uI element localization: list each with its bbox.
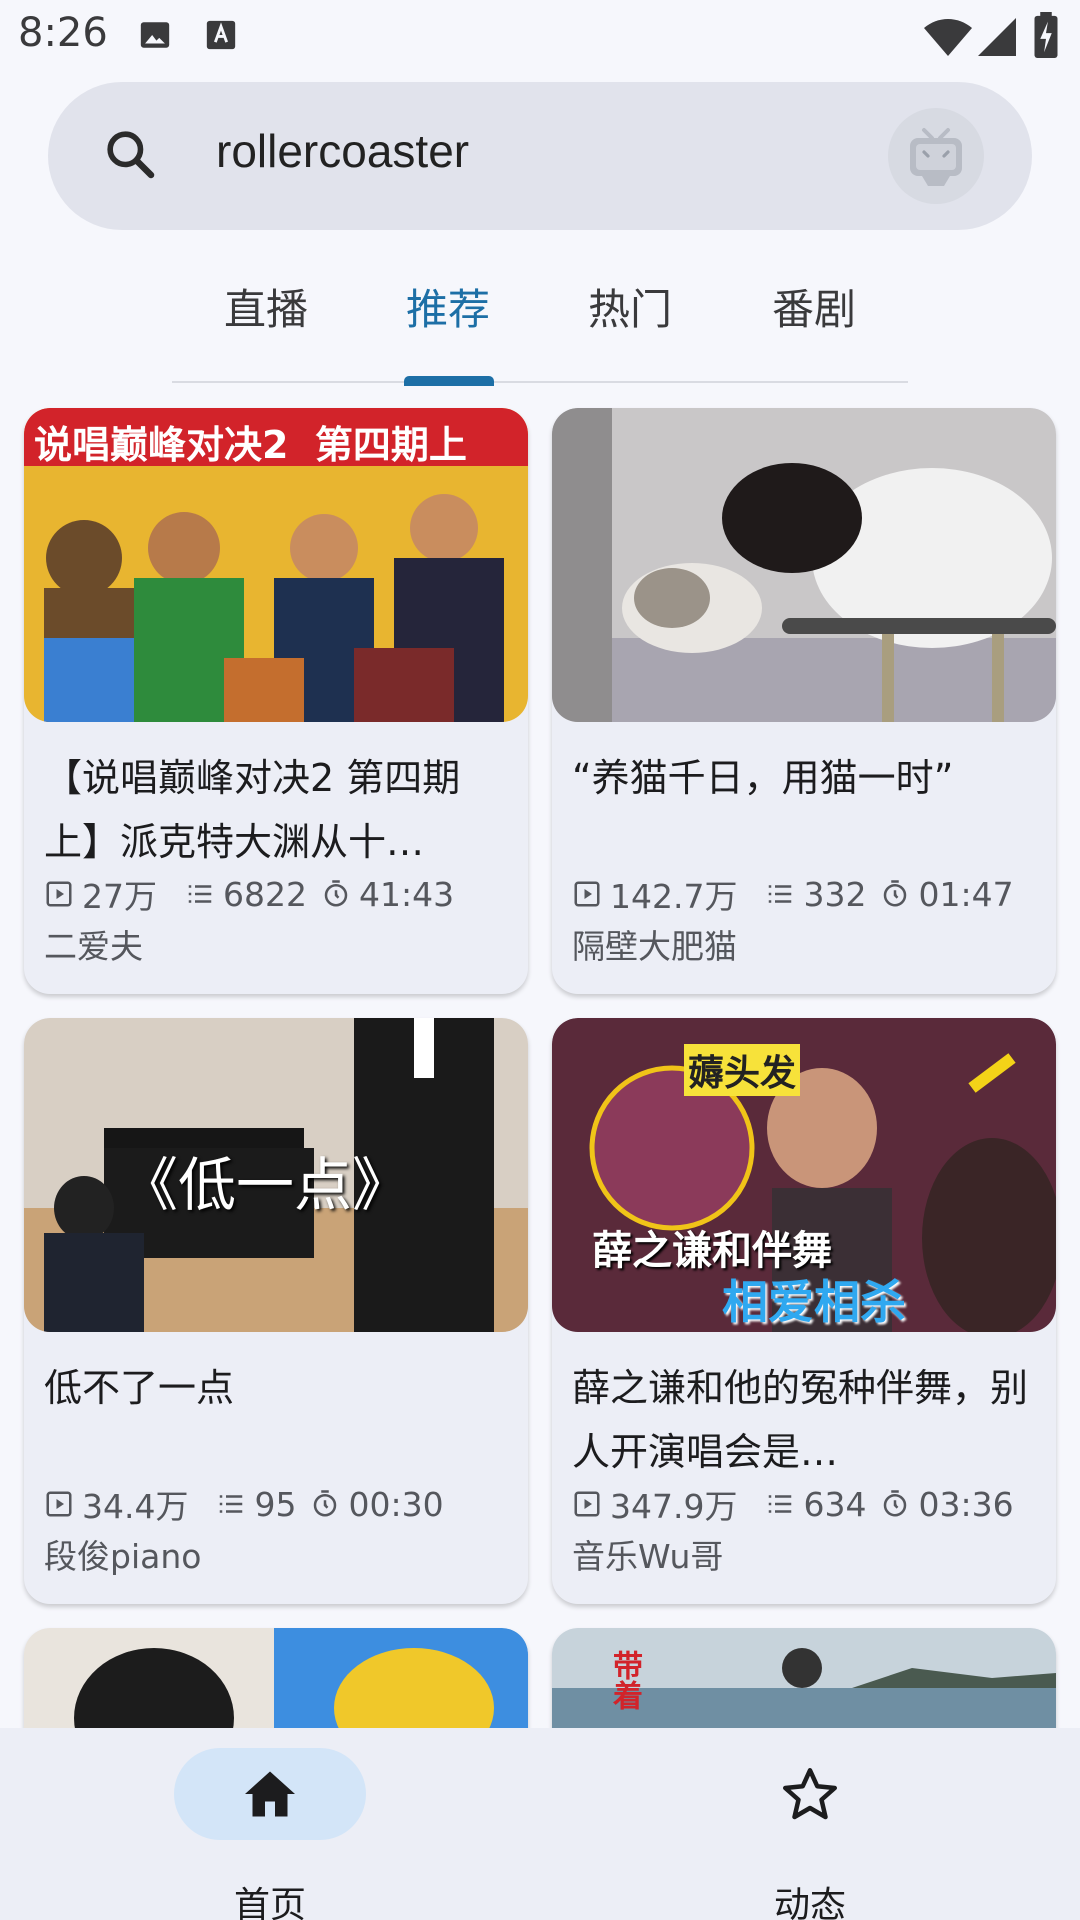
video-duration: 01:47 [918,874,1014,914]
view-count: 347.9万 [610,1487,738,1526]
video-duration: 03:36 [918,1484,1014,1524]
play-count-icon [46,881,72,907]
tab-anime[interactable]: 番剧 [772,276,856,337]
nav-label-home[interactable]: 首页 [234,1876,306,1920]
video-thumbnail[interactable]: 说唱巅峰对决2 第四期上 [24,408,528,722]
video-stats: 34.4万 95 00:30 [44,1480,444,1528]
thumbnail-caption: 说唱巅峰对决2 第四期上 [34,423,467,467]
danmaku-icon [769,1495,792,1513]
image-notification-icon [140,22,170,48]
video-author[interactable]: 隔壁大肥猫 [572,920,737,968]
danmaku-icon [220,1495,243,1513]
tab-active-indicator [404,376,494,386]
danmaku-count: 332 [803,874,867,914]
tab-recommend[interactable]: 推荐 [406,276,490,337]
video-card[interactable]: “养猫千日，用猫一时” 142.7万 332 01:47 隔壁大肥猫 [552,408,1056,994]
view-count: 142.7万 [610,877,738,916]
duration-icon [884,1490,907,1517]
thumbnail-caption: 带着 [607,1650,642,1710]
view-count: 27万 [82,877,157,916]
video-thumbnail[interactable]: 薅头发 薛之谦和伴舞 相爱相杀 [552,1018,1056,1332]
search-icon[interactable] [102,126,158,182]
bottom-navigation: 首页 动态 [0,1728,1080,1920]
avatar[interactable] [888,108,984,204]
thumbnail-caption-3: 相爱相杀 [722,1275,906,1329]
video-card[interactable]: 《低一点》 低不了一点 34.4万 95 00:30 段俊piano [24,1018,528,1604]
video-author[interactable]: 音乐Wu哥 [572,1530,723,1578]
tab-hot[interactable]: 热门 [588,276,672,337]
video-thumbnail[interactable]: 《低一点》 [24,1018,528,1332]
status-bar: 8:26 [0,0,1080,72]
play-count-icon [574,881,600,907]
wifi-icon [924,19,972,56]
duration-icon [314,1490,337,1517]
bilibili-tv-icon [910,128,962,186]
danmaku-count: 95 [254,1484,297,1524]
home-icon [245,1771,295,1817]
view-count: 34.4万 [82,1487,189,1526]
video-author[interactable]: 二爱夫 [44,920,143,968]
status-time: 8:26 [18,10,108,56]
video-stats: 27万 6822 41:43 [44,870,454,918]
danmaku-count: 634 [803,1484,867,1524]
battery-charging-icon [1034,12,1058,58]
video-title: 低不了一点 [44,1366,235,1410]
nav-item-home[interactable] [174,1748,366,1840]
video-title: “养猫千日，用猫一时” [572,756,954,800]
video-card[interactable]: 薅头发 薛之谦和伴舞 相爱相杀 薛之谦和他的冤种伴舞，别人开演唱会是… 347.… [552,1018,1056,1604]
video-title: 【说唱巅峰对决2 第四期上】派克特大渊从十… [44,756,461,864]
duration-icon [884,880,907,907]
tab-divider [172,381,908,383]
video-thumbnail[interactable] [552,408,1056,722]
danmaku-icon [769,885,792,903]
keyboard-notification-icon [206,20,236,50]
play-count-icon [574,1491,600,1517]
video-duration: 00:30 [348,1484,444,1524]
thumbnail-caption: 薅头发 [684,1044,801,1096]
tab-live[interactable]: 直播 [224,276,308,337]
search-input[interactable]: rollercoaster [216,124,469,178]
video-author[interactable]: 段俊piano [44,1530,201,1578]
thumbnail-caption: 《低一点》 [120,1151,411,1219]
danmaku-icon [188,885,212,903]
search-bar[interactable]: rollercoaster [48,82,1032,230]
danmaku-count: 6822 [223,874,307,914]
tab-bar: 直播 推荐 热门 番剧 [172,276,908,386]
nav-label-dynamic[interactable]: 动态 [774,1876,846,1920]
duration-icon [324,880,348,907]
cell-signal-icon [978,18,1016,56]
video-title: 薛之谦和他的冤种伴舞，别人开演唱会是… [572,1366,1029,1474]
video-card[interactable]: 说唱巅峰对决2 第四期上 【说唱巅峰对决2 第四期上】派克特大渊从十… 27万 … [24,408,528,994]
video-stats: 347.9万 634 03:36 [572,1480,1014,1528]
star-icon[interactable] [780,1764,840,1824]
video-stats: 142.7万 332 01:47 [572,870,1014,918]
play-count-icon [46,1491,72,1517]
video-duration: 41:43 [358,874,455,914]
